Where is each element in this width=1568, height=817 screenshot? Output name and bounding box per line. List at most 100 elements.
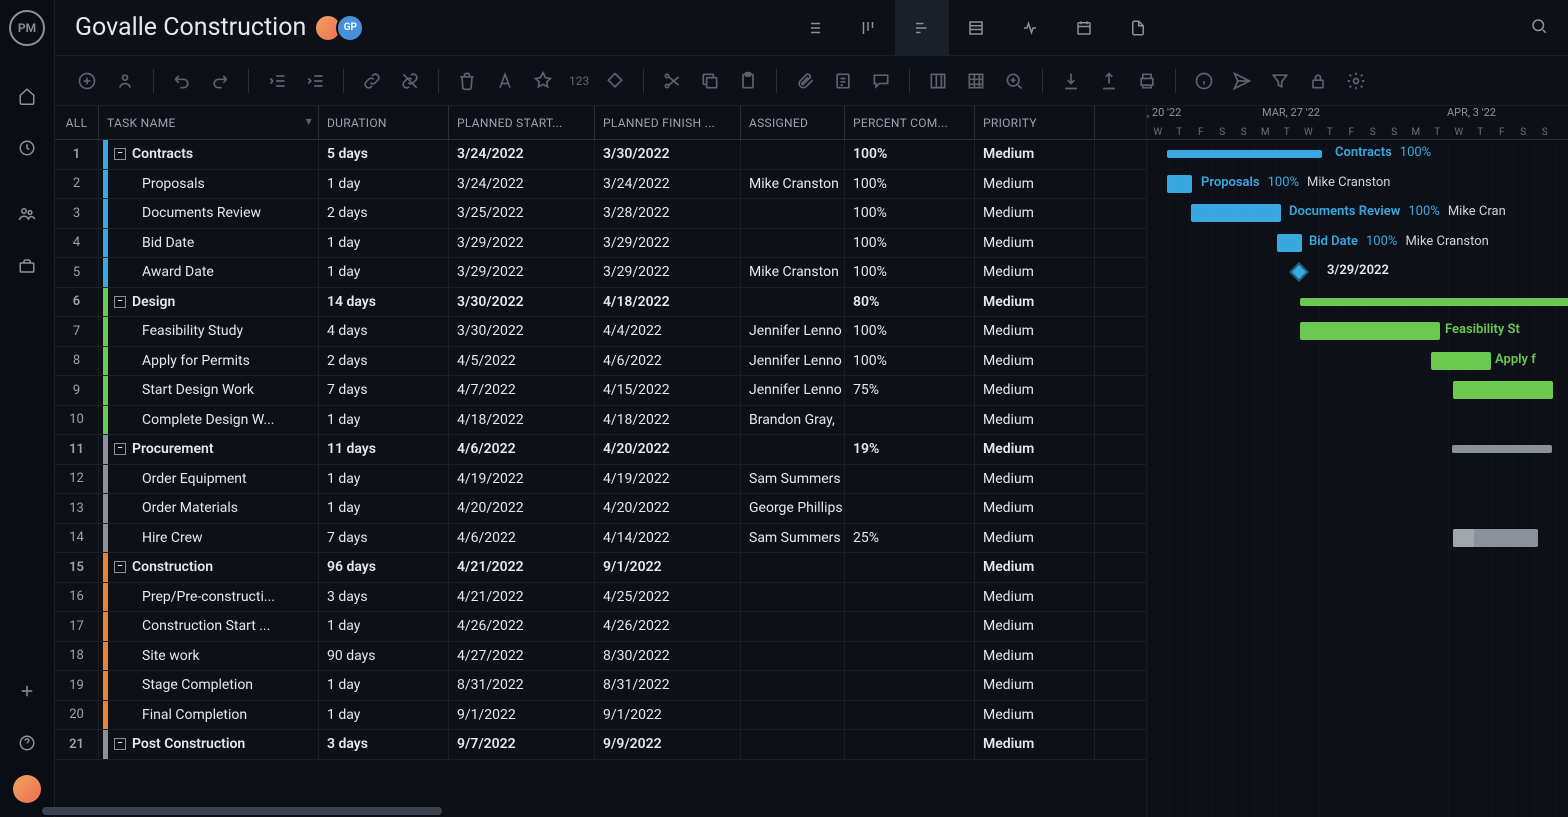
table-row[interactable]: 11−Procurement11 days4/6/20224/20/202219…	[55, 435, 1146, 465]
assign-icon[interactable]	[113, 69, 137, 93]
gantt-bar[interactable]	[1191, 204, 1281, 222]
gantt-chart[interactable]: , 20 '22MAR, 27 '22APR, 3 '22 WTFSSMTWTF…	[1147, 106, 1568, 817]
calendar-view-icon[interactable]	[1057, 0, 1111, 56]
gantt-bar[interactable]	[1453, 529, 1538, 547]
collapse-icon[interactable]: −	[114, 296, 126, 308]
collapse-icon[interactable]: −	[114, 561, 126, 573]
board-view-icon[interactable]	[841, 0, 895, 56]
gantt-bar[interactable]	[1453, 381, 1553, 399]
help-icon[interactable]	[7, 723, 47, 763]
settings-icon[interactable]	[1344, 69, 1368, 93]
filter-icon[interactable]	[1268, 69, 1292, 93]
redo-icon[interactable]	[208, 69, 232, 93]
table-row[interactable]: 8Apply for Permits2 days4/5/20224/6/2022…	[55, 347, 1146, 377]
export-icon[interactable]	[1097, 69, 1121, 93]
print-icon[interactable]	[1135, 69, 1159, 93]
people-icon[interactable]	[7, 194, 47, 234]
table-row[interactable]: 14Hire Crew7 days4/6/20224/14/2022Sam Su…	[55, 524, 1146, 554]
table-row[interactable]: 18Site work90 days4/27/20228/30/2022Medi…	[55, 642, 1146, 672]
gantt-row	[1147, 376, 1568, 406]
add-icon[interactable]	[75, 69, 99, 93]
table-row[interactable]: 2Proposals1 day3/24/20223/24/2022Mike Cr…	[55, 170, 1146, 200]
unlink-icon[interactable]	[398, 69, 422, 93]
gantt-bar[interactable]	[1167, 150, 1322, 158]
files-view-icon[interactable]	[1111, 0, 1165, 56]
table-row[interactable]: 13Order Materials1 day4/20/20224/20/2022…	[55, 494, 1146, 524]
horizontal-scrollbar[interactable]	[55, 807, 1147, 815]
table-row[interactable]: 1−Contracts5 days3/24/20223/30/2022100%M…	[55, 140, 1146, 170]
table-row[interactable]: 21−Post Construction3 days9/7/20229/9/20…	[55, 730, 1146, 760]
columns-icon[interactable]	[926, 69, 950, 93]
col-assigned[interactable]: ASSIGNED	[741, 106, 845, 139]
font-icon[interactable]	[493, 69, 517, 93]
gantt-bar[interactable]	[1431, 352, 1491, 370]
gantt-bar[interactable]	[1300, 298, 1568, 306]
gantt-bar[interactable]	[1300, 322, 1440, 340]
col-all[interactable]: ALL	[55, 106, 99, 139]
table-row[interactable]: 20Final Completion1 day9/1/20229/1/2022M…	[55, 701, 1146, 731]
import-icon[interactable]	[1059, 69, 1083, 93]
grid-body[interactable]: 1−Contracts5 days3/24/20223/30/2022100%M…	[55, 140, 1146, 817]
recent-icon[interactable]	[7, 128, 47, 168]
table-row[interactable]: 19Stage Completion1 day8/31/20228/31/202…	[55, 671, 1146, 701]
indent-icon[interactable]	[303, 69, 327, 93]
gantt-view-icon[interactable]	[895, 0, 949, 56]
search-icon[interactable]	[1530, 17, 1548, 39]
gantt-bar[interactable]	[1452, 445, 1552, 453]
col-priority[interactable]: PRIORITY	[975, 106, 1095, 139]
lock-icon[interactable]	[1306, 69, 1330, 93]
col-planned-start[interactable]: PLANNED START...	[449, 106, 595, 139]
collapse-icon[interactable]: −	[114, 148, 126, 160]
trash-icon[interactable]	[455, 69, 479, 93]
table-row[interactable]: 16Prep/Pre-constructi...3 days4/21/20224…	[55, 583, 1146, 613]
milestone-icon[interactable]	[603, 69, 627, 93]
table-row[interactable]: 15−Construction96 days4/21/20229/1/2022M…	[55, 553, 1146, 583]
col-task-name[interactable]: TASK NAME▾	[99, 106, 319, 139]
sheet-view-icon[interactable]	[949, 0, 1003, 56]
milestone-diamond[interactable]	[1289, 262, 1309, 282]
gantt-row	[1147, 288, 1568, 318]
table-row[interactable]: 12Order Equipment1 day4/19/20224/19/2022…	[55, 465, 1146, 495]
col-duration[interactable]: DURATION	[319, 106, 449, 139]
attach-icon[interactable]	[793, 69, 817, 93]
gantt-bar[interactable]	[1277, 234, 1302, 252]
comment-icon[interactable]	[869, 69, 893, 93]
table-row[interactable]: 3Documents Review2 days3/25/20223/28/202…	[55, 199, 1146, 229]
table-row[interactable]: 6−Design14 days3/30/20224/18/202280%Medi…	[55, 288, 1146, 318]
table-row[interactable]: 4Bid Date1 day3/29/20223/29/2022100%Medi…	[55, 229, 1146, 259]
briefcase-icon[interactable]	[7, 246, 47, 286]
zoom-icon[interactable]	[1002, 69, 1026, 93]
send-icon[interactable]	[1230, 69, 1254, 93]
chevron-down-icon[interactable]: ▾	[306, 114, 312, 128]
undo-icon[interactable]	[170, 69, 194, 93]
user-avatar[interactable]	[13, 775, 41, 803]
collapse-icon[interactable]: −	[114, 443, 126, 455]
number-format[interactable]: 123	[569, 74, 589, 88]
list-view-icon[interactable]	[787, 0, 841, 56]
highlight-icon[interactable]	[531, 69, 555, 93]
info-icon[interactable]	[1192, 69, 1216, 93]
table-row[interactable]: 17Construction Start ...1 day4/26/20224/…	[55, 612, 1146, 642]
note-icon[interactable]	[831, 69, 855, 93]
cut-icon[interactable]	[660, 69, 684, 93]
gantt-label: 3/29/2022	[1327, 263, 1389, 278]
table-row[interactable]: 5Award Date1 day3/29/20223/29/2022Mike C…	[55, 258, 1146, 288]
link-icon[interactable]	[360, 69, 384, 93]
outdent-icon[interactable]	[265, 69, 289, 93]
avatar-group[interactable]: GP	[320, 14, 364, 42]
plus-icon[interactable]	[7, 671, 47, 711]
gantt-row: Contracts100%	[1147, 140, 1568, 170]
table-row[interactable]: 10Complete Design W...1 day4/18/20224/18…	[55, 406, 1146, 436]
col-planned-finish[interactable]: PLANNED FINISH ...	[595, 106, 741, 139]
col-percent[interactable]: PERCENT COM...	[845, 106, 975, 139]
table-row[interactable]: 7Feasibility Study4 days3/30/20224/4/202…	[55, 317, 1146, 347]
gantt-bar[interactable]	[1167, 175, 1192, 193]
app-logo[interactable]: PM	[9, 10, 45, 46]
paste-icon[interactable]	[736, 69, 760, 93]
collapse-icon[interactable]: −	[114, 738, 126, 750]
home-icon[interactable]	[7, 76, 47, 116]
copy-icon[interactable]	[698, 69, 722, 93]
grid-icon[interactable]	[964, 69, 988, 93]
activity-view-icon[interactable]	[1003, 0, 1057, 56]
table-row[interactable]: 9Start Design Work7 days4/7/20224/15/202…	[55, 376, 1146, 406]
